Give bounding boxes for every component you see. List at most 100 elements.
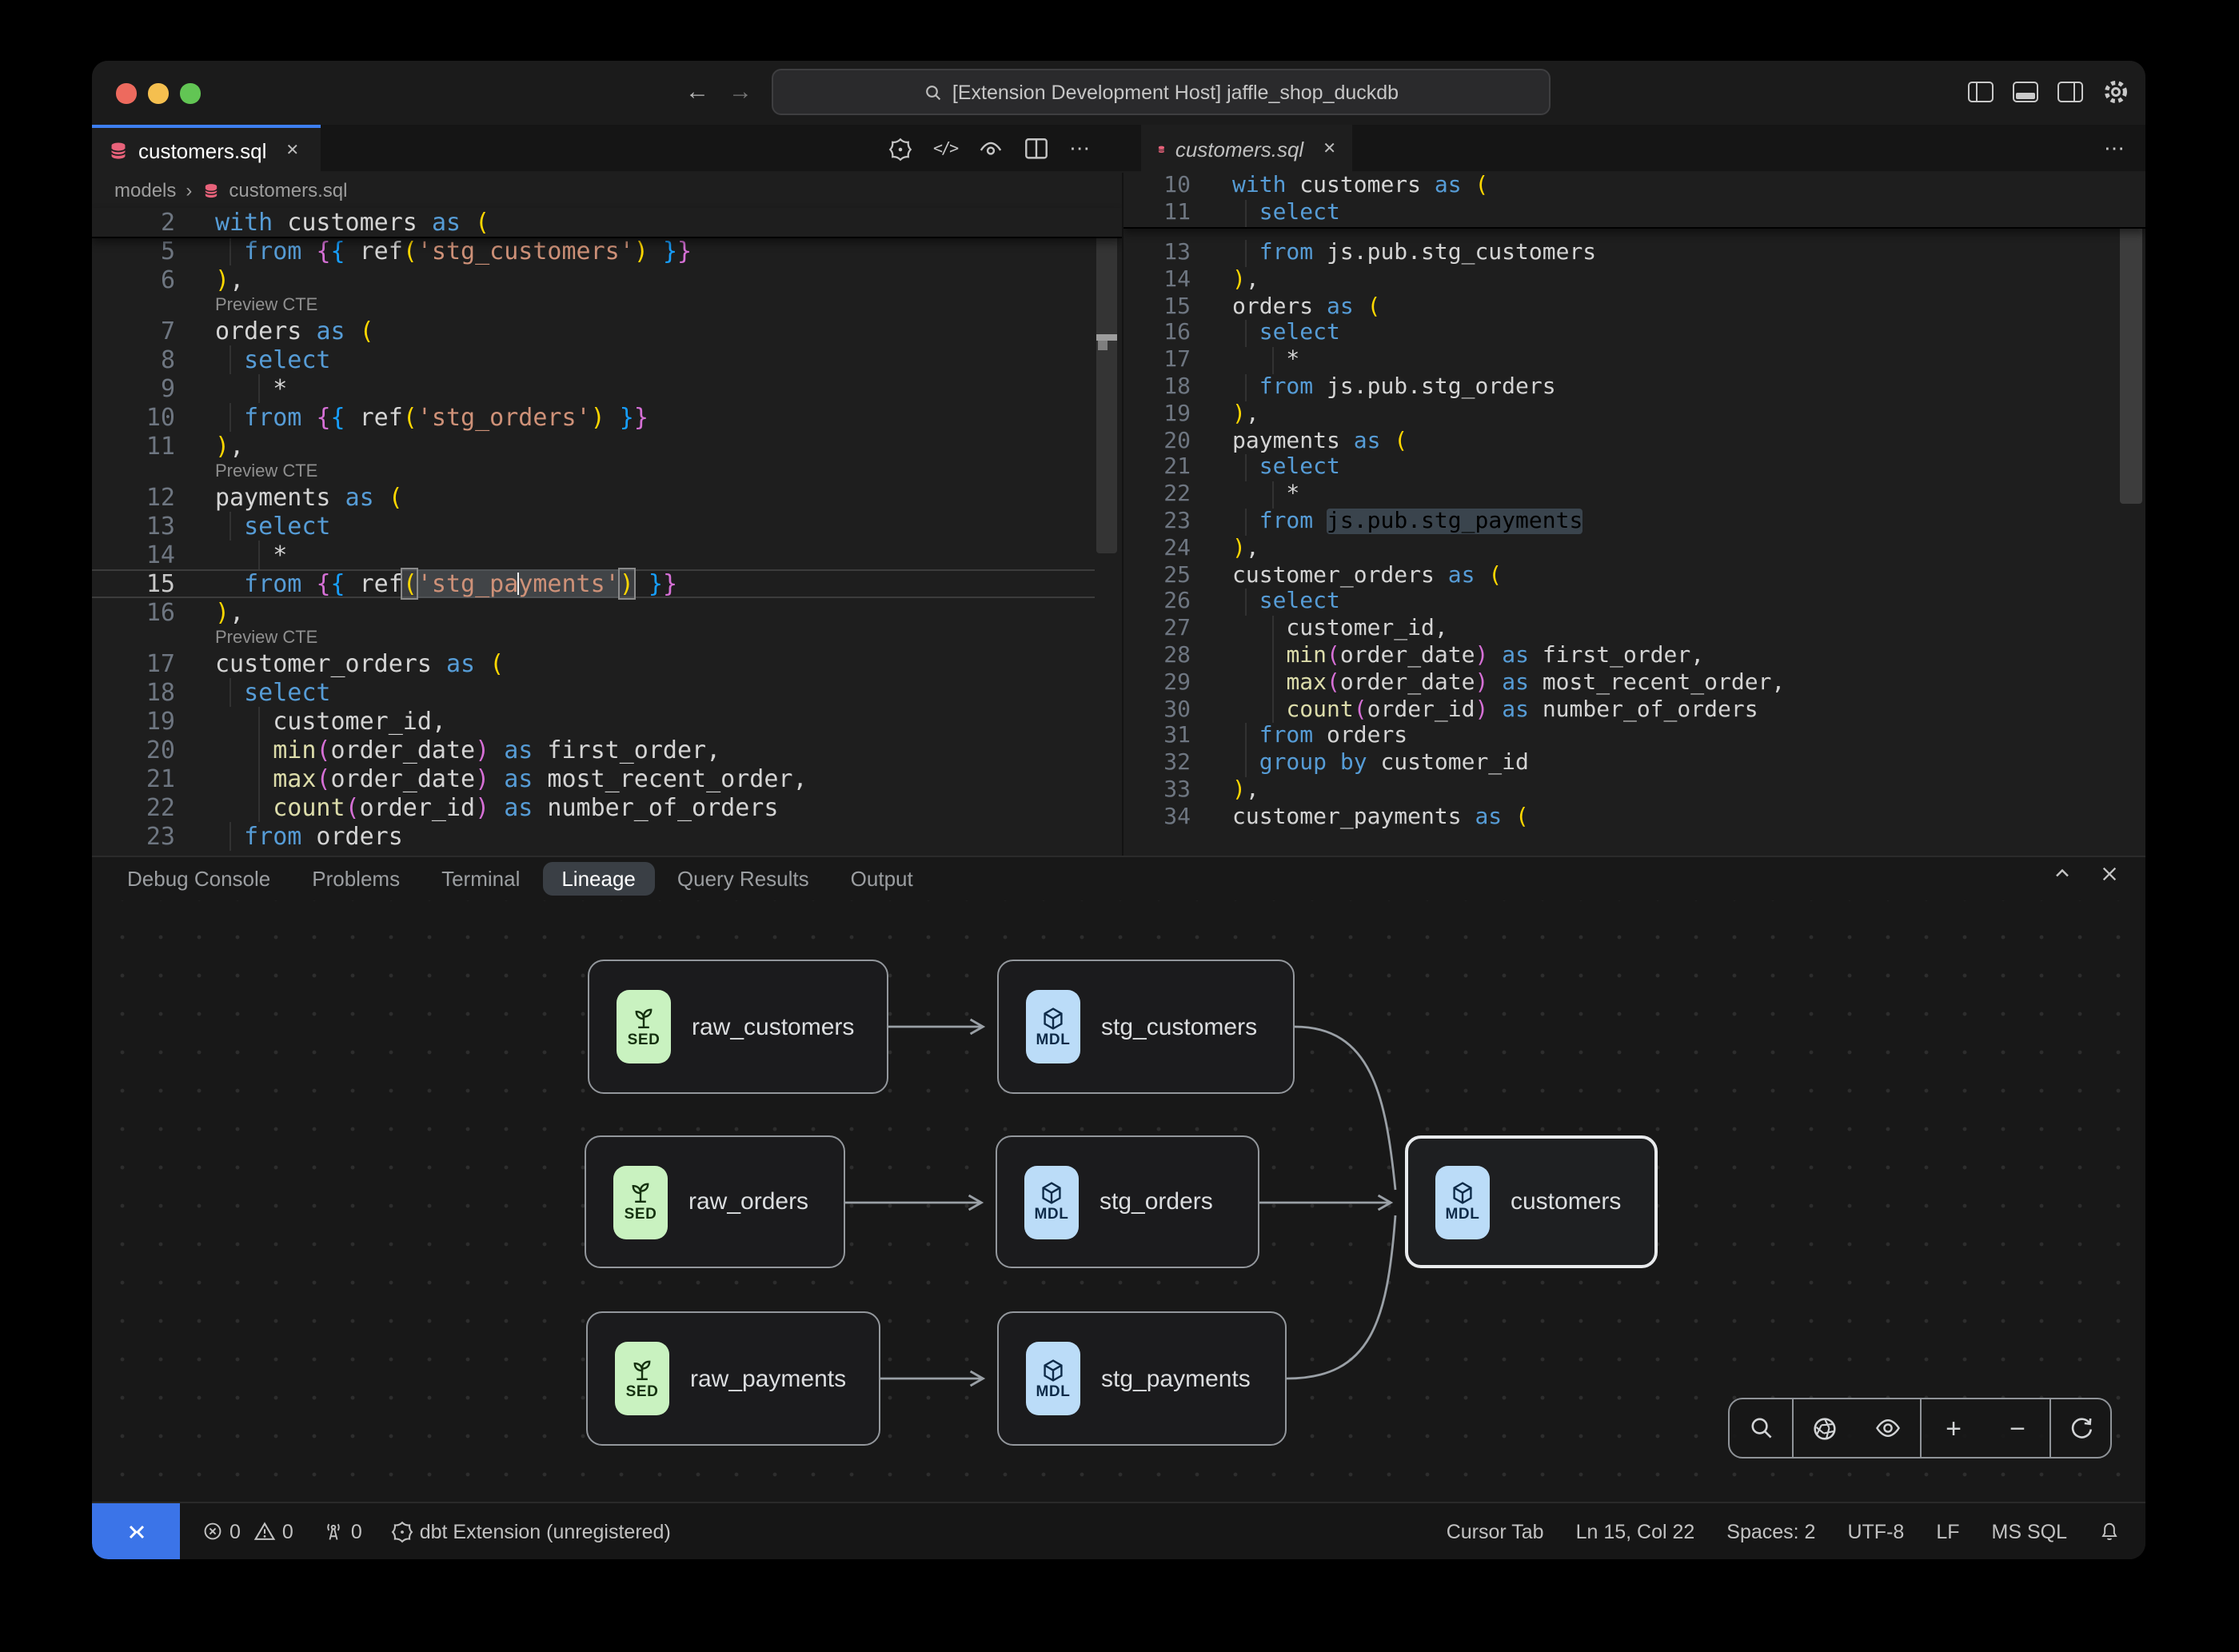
more-actions-icon[interactable]: ⋯ — [1069, 136, 1092, 162]
panel-chevron-up-icon[interactable] — [2051, 862, 2073, 884]
codelens-preview-cte[interactable]: Preview CTE — [92, 627, 1122, 649]
remote-indicator[interactable] — [92, 1503, 180, 1559]
code-line-16[interactable]: 16 select — [1123, 321, 2120, 348]
code-line-33[interactable]: 33), — [1123, 777, 2120, 804]
split-editor-icon[interactable] — [1024, 138, 1048, 160]
ports-status[interactable]: 0 — [322, 1520, 362, 1542]
code-line-10[interactable]: 10 from {{ ref('stg_orders') }} — [92, 403, 1095, 432]
code-line-17[interactable]: 17 * — [1123, 347, 2120, 374]
code-line-19[interactable]: 19 customer_id, — [92, 707, 1095, 736]
code-line-22[interactable]: 22 count(order_id) as number_of_orders — [92, 793, 1095, 822]
panel-tab-debug-console[interactable]: Debug Console — [127, 867, 270, 891]
aperture-icon[interactable] — [1811, 1415, 1838, 1442]
toggle-panel-icon[interactable] — [2013, 82, 2038, 102]
toggle-primary-sidebar-icon[interactable] — [1968, 82, 1994, 102]
code-line-2[interactable]: 2with customers as ( — [92, 208, 1095, 237]
code-line-16[interactable]: 16), — [92, 598, 1095, 627]
code-line-21[interactable]: 21 max(order_date) as most_recent_order, — [92, 764, 1095, 793]
panel-tab-query-results[interactable]: Query Results — [677, 867, 809, 891]
code-line-34[interactable]: 34customer_payments as ( — [1123, 804, 2120, 831]
editor-left[interactable]: models › customers.sql 2with customers a… — [92, 173, 1122, 856]
eye-icon[interactable] — [1874, 1415, 1902, 1441]
breadcrumb-folder[interactable]: models — [114, 179, 176, 202]
code-line-13[interactable]: 13 from js.pub.stg_customers — [1123, 240, 2120, 267]
codelens-preview-cte[interactable]: Preview CTE — [92, 461, 1122, 483]
refresh-icon[interactable] — [2068, 1415, 2093, 1441]
code-line-30[interactable]: 30 count(order_id) as number_of_orders — [1123, 696, 2120, 724]
code-line-8[interactable]: 8 select — [92, 345, 1095, 374]
dbt-icon[interactable] — [888, 137, 912, 161]
lineage-node-stg_payments[interactable]: MDLstg_payments — [997, 1311, 1287, 1446]
code-line-12[interactable]: 12payments as ( — [92, 483, 1095, 512]
status-item-lf[interactable]: LF — [1936, 1520, 1959, 1542]
tab-customers-sql-right[interactable]: customers.sql ✕ — [1141, 125, 1352, 173]
scrollbar-right-editor[interactable] — [2120, 200, 2142, 504]
code-line-6[interactable]: 6), — [92, 265, 1095, 294]
status-item-utf-8[interactable]: UTF-8 — [1847, 1520, 1904, 1542]
code-line-18[interactable]: 18 from js.pub.stg_orders — [1123, 374, 2120, 401]
status-item-ms-sql[interactable]: MS SQL — [1992, 1520, 2068, 1542]
close-tab-icon[interactable]: ✕ — [285, 142, 299, 159]
code-line-22[interactable]: 22 * — [1123, 481, 2120, 509]
code-line-14[interactable]: 14 * — [92, 541, 1095, 569]
lineage-node-raw_customers[interactable]: SEDraw_customers — [588, 960, 888, 1094]
lineage-node-raw_payments[interactable]: SEDraw_payments — [586, 1311, 880, 1446]
lineage-node-stg_customers[interactable]: MDLstg_customers — [997, 960, 1295, 1094]
sticky-scroll-right[interactable]: 10with customers as (11 select — [1123, 173, 2145, 228]
code-line-5[interactable]: 5 from {{ ref('stg_customers') }} — [92, 237, 1095, 265]
code-line-15[interactable]: 15orders as ( — [1123, 293, 2120, 321]
code-line-15[interactable]: 15 from {{ ref('stg_payments') }} — [92, 569, 1095, 598]
close-tab-icon[interactable]: ✕ — [1323, 140, 1336, 158]
editor-right[interactable]: 10with customers as (11 select 13 from j… — [1122, 173, 2145, 856]
toggle-secondary-sidebar-icon[interactable] — [2057, 82, 2083, 102]
sticky-scroll-left[interactable]: 2with customers as ( — [92, 208, 1122, 238]
code-line-10[interactable]: 10with customers as ( — [1123, 173, 2120, 200]
lineage-node-customers[interactable]: MDLcustomers — [1405, 1135, 1658, 1268]
zoom-in-icon[interactable]: + — [1946, 1415, 1962, 1442]
code-line-25[interactable]: 25customer_orders as ( — [1123, 562, 2120, 589]
code-line-31[interactable]: 31 from orders — [1123, 724, 2120, 751]
lineage-node-raw_orders[interactable]: SEDraw_orders — [585, 1135, 845, 1268]
status-item-cursor-tab[interactable]: Cursor Tab — [1447, 1520, 1544, 1542]
problems-status[interactable]: 0 0 — [202, 1520, 293, 1542]
panel-tab-terminal[interactable]: Terminal — [441, 867, 520, 891]
forward-arrow-icon[interactable]: → — [728, 78, 752, 106]
minimize-window-button[interactable] — [148, 83, 168, 103]
lineage-node-stg_orders[interactable]: MDLstg_orders — [996, 1135, 1259, 1268]
code-line-13[interactable]: 13 select — [92, 512, 1095, 541]
code-line-19[interactable]: 19), — [1123, 401, 2120, 429]
code-line-11[interactable]: 11 select — [1123, 200, 2120, 227]
code-line-29[interactable]: 29 max(order_date) as most_recent_order, — [1123, 670, 2120, 697]
code-line-20[interactable]: 20payments as ( — [1123, 428, 2120, 455]
preview-eye-icon[interactable] — [978, 137, 1004, 161]
code-line-23[interactable]: 23 from js.pub.stg_payments — [1123, 509, 2120, 536]
code-line-11[interactable]: 11), — [92, 432, 1095, 461]
close-window-button[interactable] — [116, 83, 136, 103]
code-line-21[interactable]: 21 select — [1123, 455, 2120, 482]
code-line-26[interactable]: 26 select — [1123, 589, 2120, 617]
code-line-28[interactable]: 28 min(order_date) as first_order, — [1123, 643, 2120, 670]
compile-sql-icon[interactable]: </> — [933, 140, 957, 158]
panel-tab-lineage[interactable]: Lineage — [542, 862, 655, 896]
code-line-18[interactable]: 18 select — [92, 678, 1095, 707]
bell-icon[interactable] — [2099, 1520, 2120, 1542]
status-item-ln-15-col-22[interactable]: Ln 15, Col 22 — [1576, 1520, 1695, 1542]
breadcrumb-file[interactable]: customers.sql — [229, 179, 347, 202]
code-line-27[interactable]: 27 customer_id, — [1123, 616, 2120, 643]
back-arrow-icon[interactable]: ← — [685, 78, 709, 106]
scrollbar-left-editor[interactable] — [1096, 209, 1117, 553]
code-line-20[interactable]: 20 min(order_date) as first_order, — [92, 736, 1095, 764]
code-line-7[interactable]: 7orders as ( — [92, 317, 1095, 345]
code-line-24[interactable]: 24), — [1123, 536, 2120, 563]
code-line-23[interactable]: 23 from orders — [92, 822, 1095, 851]
dbt-extension-status[interactable]: dbt Extension (unregistered) — [391, 1520, 671, 1542]
codelens-preview-cte[interactable]: Preview CTE — [92, 294, 1122, 317]
gear-icon[interactable] — [2102, 78, 2129, 106]
code-line-32[interactable]: 32 group by customer_id — [1123, 750, 2120, 777]
zoom-out-icon[interactable]: − — [2010, 1415, 2025, 1442]
maximize-window-button[interactable] — [180, 83, 200, 103]
panel-tab-output[interactable]: Output — [851, 867, 913, 891]
panel-close-icon[interactable] — [2099, 863, 2120, 884]
more-actions-icon[interactable]: ⋯ — [2104, 136, 2126, 162]
code-line-17[interactable]: 17customer_orders as ( — [92, 649, 1095, 678]
